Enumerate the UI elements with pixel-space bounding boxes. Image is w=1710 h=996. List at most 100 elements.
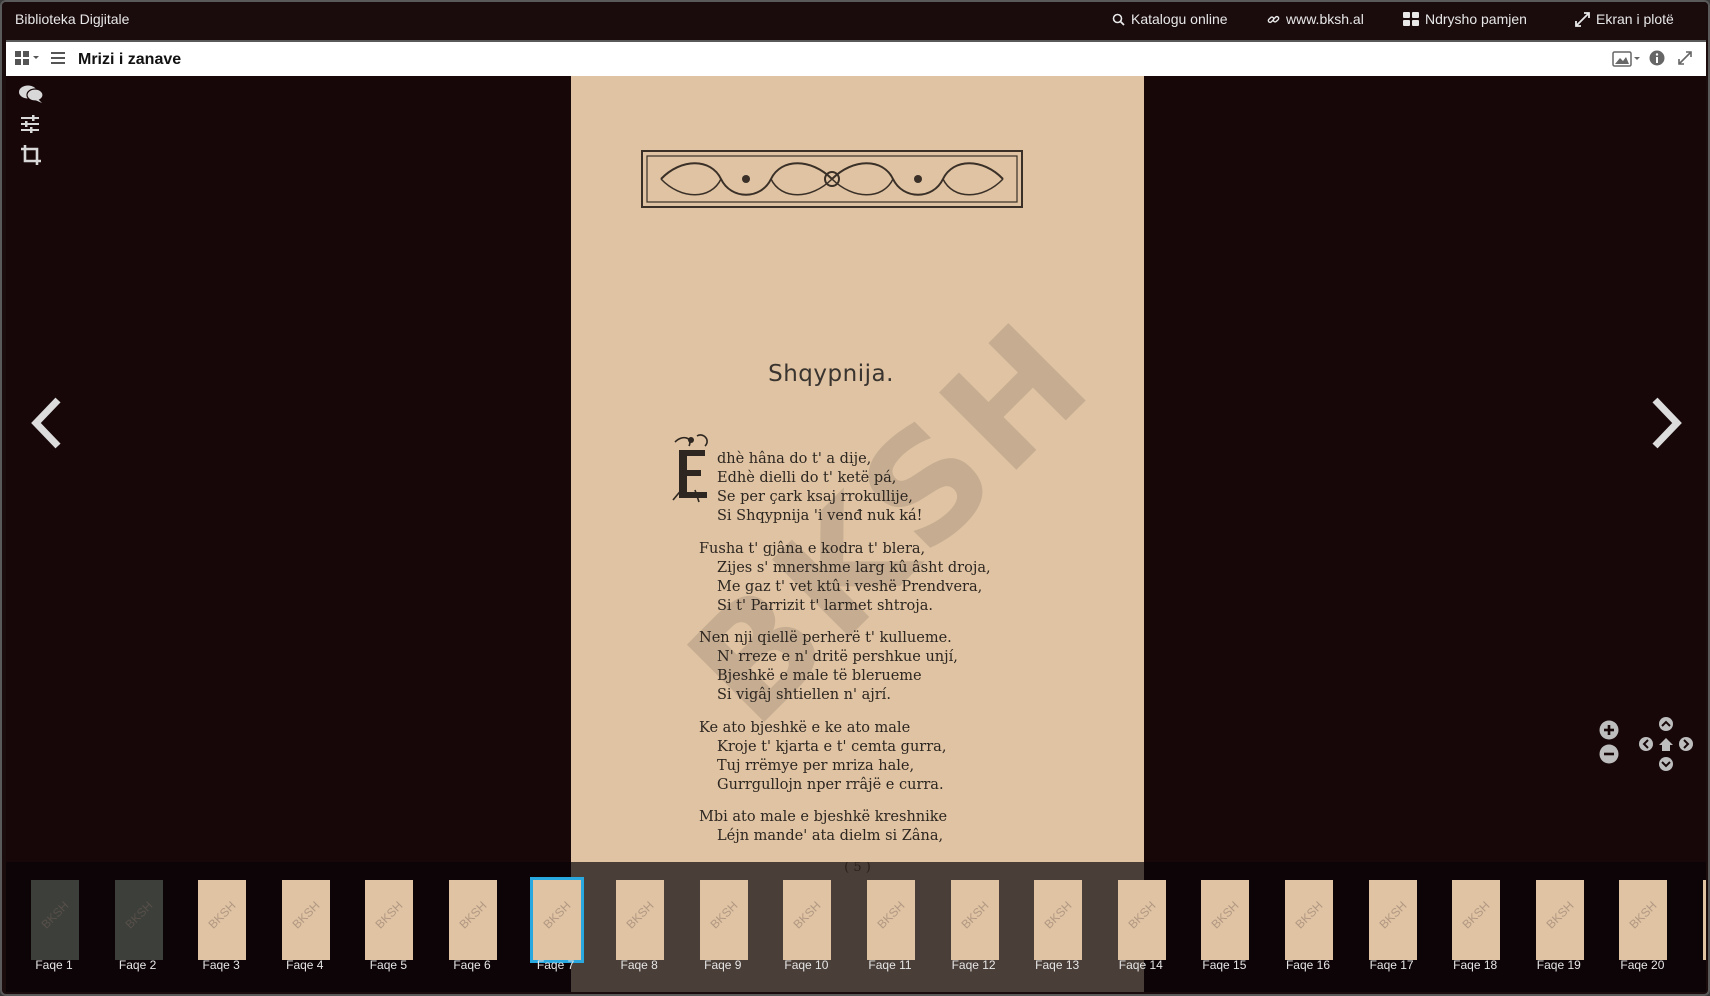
image-viewer[interactable]: Shqypnija. BKSH dhè hâna do t' a dije, E… [6, 76, 1706, 862]
thumbnail-image: BKSH [114, 880, 163, 960]
thumbnail-strip[interactable]: ( 5 ) BKSH Faqe 1 BKSH Faqe 2 BKSH Faqe 3 BKSH… [6, 862, 1706, 992]
thumbnail-image: BKSH [1703, 880, 1706, 960]
menu-icon[interactable] [51, 51, 65, 70]
next-page-button[interactable] [1651, 396, 1685, 455]
stanza-5: Mbi ato male e bjeshkë kreshnike Léjn ma… [699, 808, 947, 846]
page-thumbnail[interactable]: BKSH Faqe 20 [1602, 872, 1682, 972]
page-thumbnail[interactable]: BKSH Faqe 8 [599, 872, 679, 972]
poem-line: Se per çark ksaj rrokullije, [717, 489, 913, 505]
page-thumbnail[interactable]: BKSH Faqe 10 [766, 872, 846, 972]
thumbnail-watermark: BKSH [1626, 898, 1660, 932]
thumbnail-watermark: BKSH [790, 898, 824, 932]
grid-menu-icon [15, 51, 39, 65]
thumbnail-image: BKSH [31, 880, 79, 960]
document-title: Mrizi i zanave [78, 51, 182, 68]
info-icon[interactable] [1649, 50, 1665, 71]
page-thumbnail[interactable]: BKSH Faqe 3 [181, 872, 261, 972]
chevron-right-icon [1652, 397, 1682, 449]
view-mode-dropdown[interactable] [15, 51, 43, 72]
comments-icon[interactable] [18, 84, 44, 109]
page-thumbnail[interactable]: BKSH Faqe 4 [265, 872, 345, 972]
thumbnail-image: BKSH [1368, 880, 1417, 960]
thumbnail-watermark: BKSH [1459, 898, 1493, 932]
previous-page-button[interactable] [28, 396, 62, 455]
page-thumbnail[interactable]: BKSH Faqe 13 [1017, 872, 1097, 972]
poem-line: dhè hâna do t' a dije, [717, 451, 872, 467]
thumbnail-image: BKSH [1285, 880, 1333, 960]
page-thumbnail[interactable]: BKSH Faqe 7 [516, 872, 596, 972]
poem-line: Si t' Parrizit t' larmet shtroja. [717, 598, 933, 614]
thumbnail-watermark: BKSH [456, 898, 490, 932]
thumbnail-image: BKSH [449, 880, 497, 960]
thumbnail-label: Faqe 1 [35, 958, 73, 972]
thumbnail-watermark: BKSH [707, 898, 741, 932]
thumbnail-label: Faqe 11 [868, 958, 912, 972]
brand-label[interactable]: Biblioteka Digjitale [15, 11, 129, 27]
page-thumbnail[interactable]: BKSH Faqe 2 [98, 872, 178, 972]
image-icon [1612, 51, 1640, 67]
thumbnail-image: BKSH [699, 880, 748, 960]
thumbnail-image: BKSH [1619, 880, 1668, 960]
top-bar: Biblioteka Digjitale Katalogu online www… [2, 2, 1708, 38]
thumbnail-watermark: BKSH [38, 898, 72, 932]
thumbnail-label: Faqe 17 [1369, 958, 1414, 972]
adjustments-icon[interactable] [20, 114, 40, 139]
page-thumbnail[interactable]: BKSH Fa [1686, 872, 1706, 972]
plus-icon [1599, 720, 1619, 740]
page-thumbnail[interactable]: BKSH Faqe 15 [1184, 872, 1264, 972]
expand-icon [1575, 11, 1590, 27]
website-link[interactable]: www.bksh.al [1267, 11, 1364, 27]
page-thumbnail[interactable]: BKSH Faqe 12 [934, 872, 1014, 972]
thumbnail-image: BKSH [281, 880, 330, 960]
stanza-4: Ke ato bjeshkë e ke ato male Kroje t' kj… [699, 719, 946, 795]
thumbnail-image: BKSH [198, 880, 247, 960]
page-thumbnail[interactable]: BKSH Faqe 16 [1268, 872, 1348, 972]
fullscreen-button[interactable]: Ekran i plotë [1575, 11, 1674, 27]
crop-icon[interactable] [20, 144, 42, 171]
poem-line: Me gaz t' vet ktû i veshë Prendvera, [717, 579, 983, 595]
page-thumbnail[interactable]: BKSH Faqe 17 [1352, 872, 1432, 972]
thumbnail-watermark: BKSH [1292, 898, 1326, 932]
document-title-bar: Mrizi i zanave [6, 42, 1706, 76]
thumbnail-watermark: BKSH [1041, 898, 1075, 932]
page-thumbnail[interactable]: BKSH Faqe 5 [348, 872, 428, 972]
chevron-left-icon [31, 397, 61, 449]
page-thumbnail[interactable]: BKSH Faqe 9 [683, 872, 763, 972]
zoom-in-button[interactable] [1599, 720, 1619, 745]
thumbnail-image: BKSH [950, 880, 999, 960]
pan-controls[interactable] [1638, 716, 1694, 777]
poem-line: Tuj rrëmye per mriza hale, [717, 758, 915, 774]
pan-down-icon [1659, 757, 1673, 771]
thumbnail-label: Faqe 10 [784, 958, 829, 972]
thumbnail-label: Faqe 8 [620, 958, 658, 972]
page-thumbnail[interactable]: BKSH Faqe 1 [14, 872, 94, 972]
catalog-link[interactable]: Katalogu online [1112, 11, 1228, 27]
fullscreen-icon[interactable] [1678, 51, 1692, 70]
change-view-label: Ndrysho pamjen [1425, 11, 1527, 27]
home-icon [1659, 738, 1673, 751]
poem-line: Edhè dielli do t' ketë pá, [717, 470, 897, 486]
zoom-out-button[interactable] [1599, 744, 1619, 769]
page-thumbnail[interactable]: BKSH Faqe 19 [1519, 872, 1599, 972]
page-thumbnail[interactable]: BKSH Faqe 6 [432, 872, 512, 972]
thumbnail-watermark: BKSH [1208, 898, 1242, 932]
change-view-button[interactable]: Ndrysho pamjen [1403, 11, 1527, 27]
page-thumbnail[interactable]: BKSH Faqe 18 [1435, 872, 1515, 972]
page-thumbnail[interactable]: BKSH Faqe 11 [850, 872, 930, 972]
page-thumbnail[interactable]: BKSH Faqe 14 [1101, 872, 1181, 972]
ornament-header-icon [641, 150, 1023, 208]
poem-line: Si Shqypnija 'i venđ nuk ká! [717, 508, 923, 524]
catalog-link-label: Katalogu online [1131, 11, 1228, 27]
viewer-window: Biblioteka Digjitale Katalogu online www… [0, 0, 1710, 996]
thumbnail-watermark: BKSH [623, 898, 657, 932]
image-options-dropdown[interactable] [1612, 51, 1642, 72]
thumbnail-image: BKSH [1535, 880, 1584, 960]
thumbnail-watermark: BKSH [289, 898, 323, 932]
thumbnail-label: Faqe 7 [536, 958, 575, 972]
poem-line: Fusha t' gjâna e kodra t' blera, [699, 541, 926, 557]
thumbnail-label: Faqe 13 [1035, 958, 1080, 972]
thumbnail-label: Faqe 2 [118, 958, 157, 972]
thumbnail-label: Faqe 3 [202, 958, 240, 972]
pan-up-icon [1659, 717, 1673, 731]
thumbnail-image: BKSH [1117, 880, 1166, 960]
